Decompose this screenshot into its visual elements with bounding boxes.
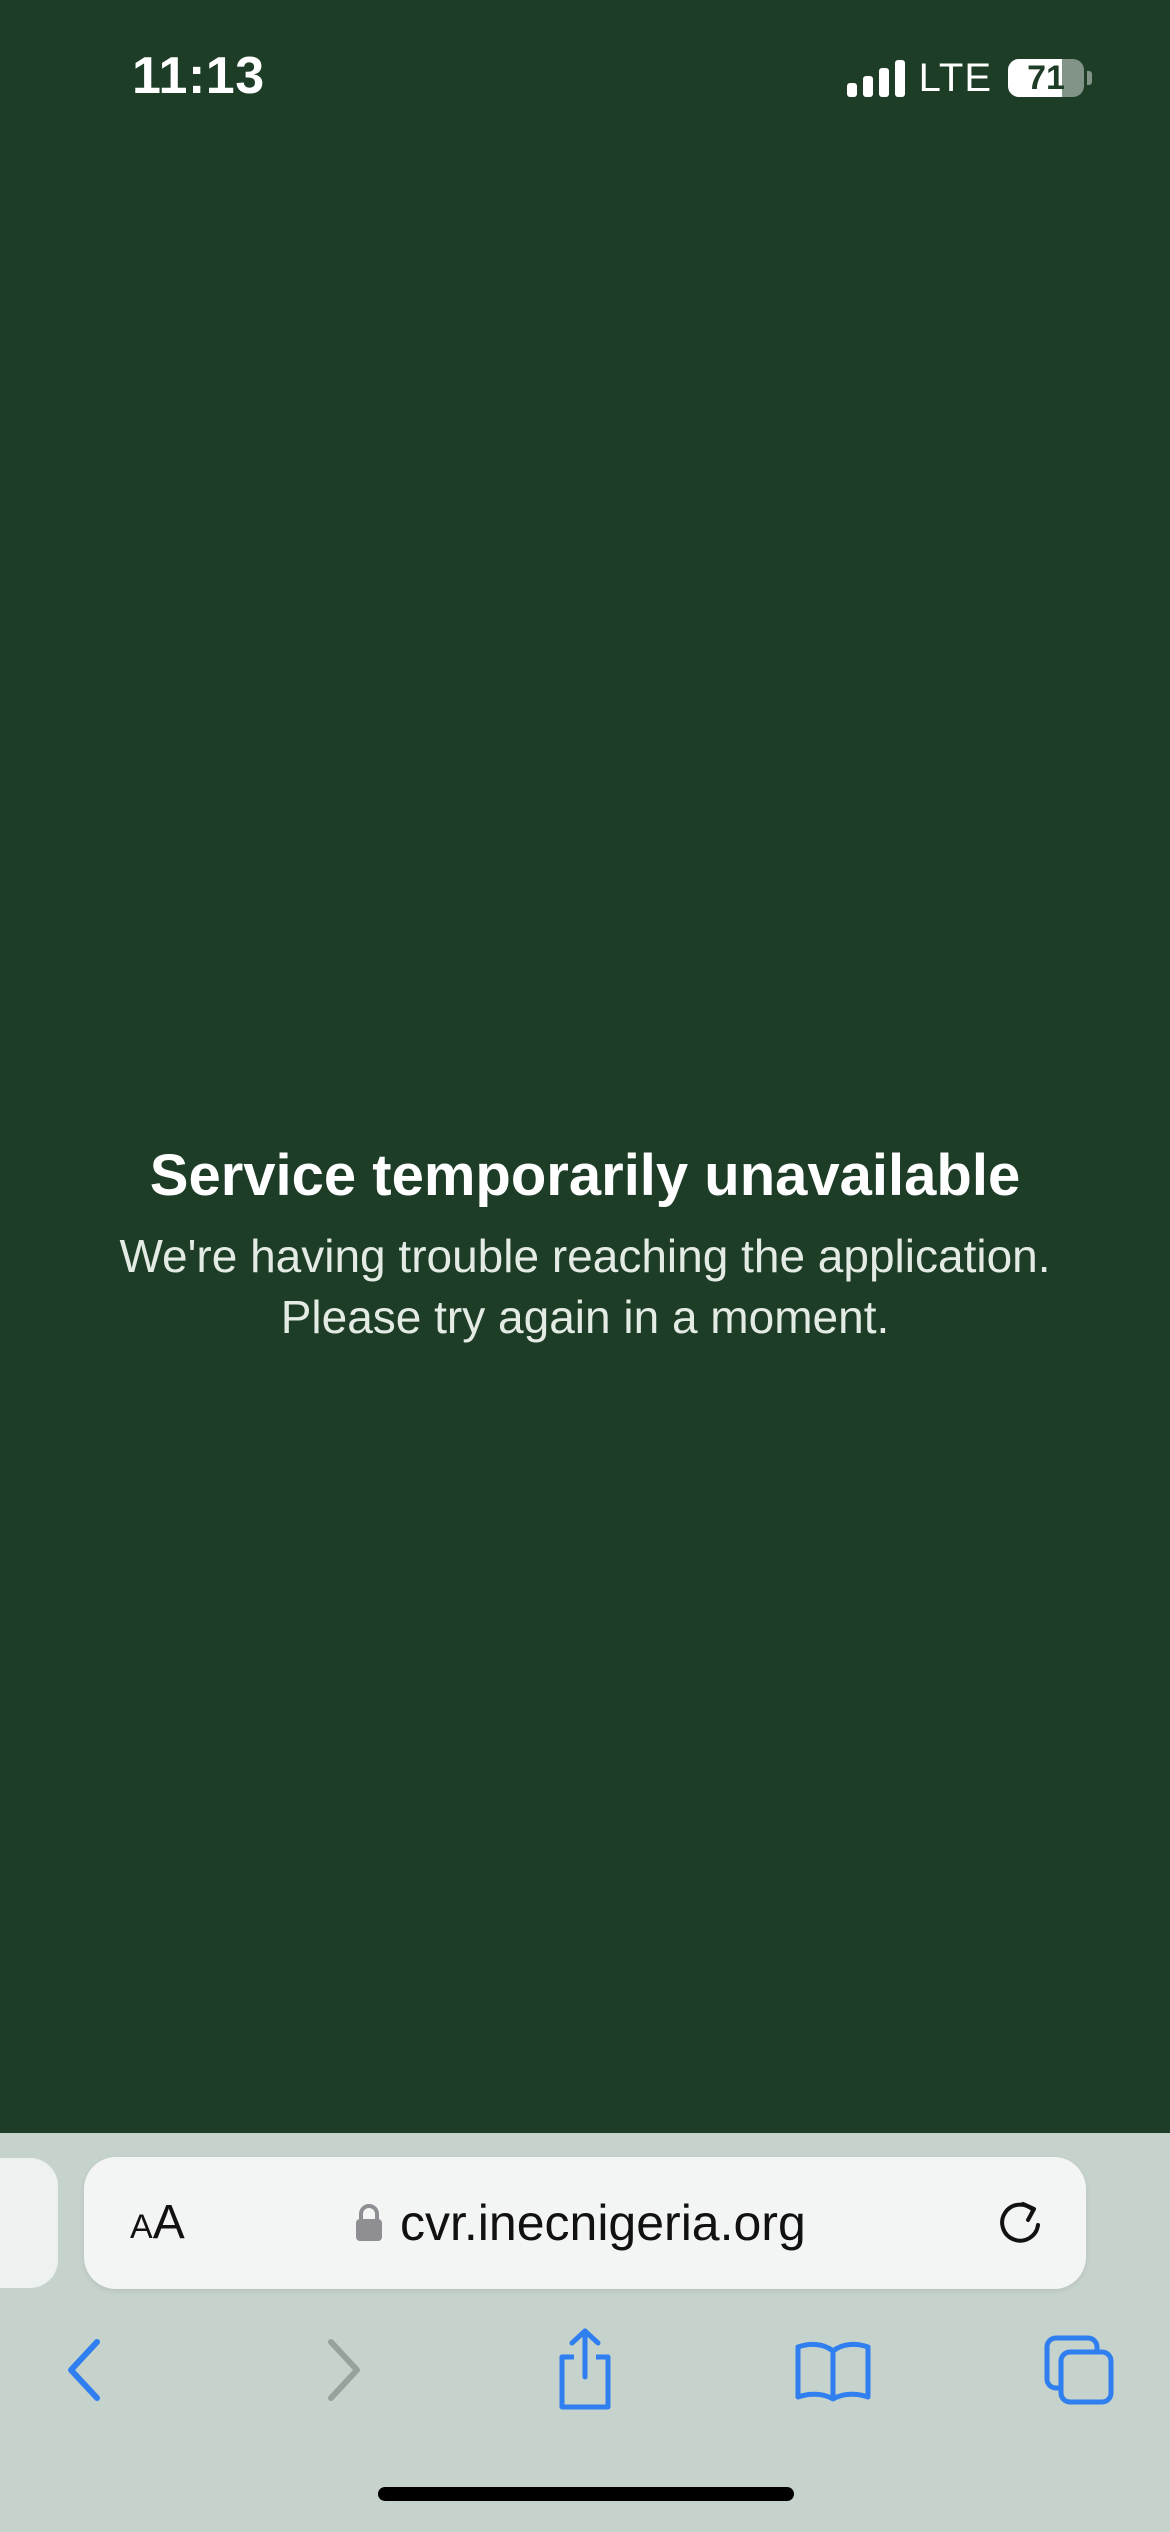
back-button[interactable] — [32, 2315, 142, 2425]
share-icon — [559, 2328, 611, 2410]
tabs-icon — [1044, 2335, 1114, 2405]
battery-nub — [1087, 71, 1092, 85]
battery-icon: 71 — [1008, 59, 1084, 97]
error-title: Service temporarily unavailable — [149, 1143, 1021, 1208]
signal-bar — [862, 76, 873, 97]
tabs-button[interactable] — [1024, 2315, 1134, 2425]
url-display[interactable]: cvr.inecnigeria.org — [354, 2193, 806, 2253]
signal-strength-icon — [846, 59, 905, 97]
battery-percent: 71 — [1027, 59, 1065, 97]
reload-icon[interactable] — [992, 2195, 1048, 2251]
previous-tab-preview[interactable] — [0, 2158, 58, 2288]
share-button[interactable] — [530, 2315, 640, 2425]
network-type: LTE — [918, 55, 992, 100]
home-indicator[interactable] — [378, 2487, 794, 2501]
book-icon — [795, 2341, 871, 2402]
chevron-right-icon — [328, 2339, 360, 2401]
status-bar: 11:13 LTE 71 — [0, 0, 1170, 150]
navigation-bar — [0, 2315, 1170, 2425]
forward-button[interactable] — [286, 2315, 396, 2425]
signal-bar — [878, 68, 889, 97]
signal-bar — [894, 60, 905, 97]
bookmarks-button[interactable] — [778, 2315, 888, 2425]
error-description: We're having trouble reaching the applic… — [119, 1230, 1051, 1343]
lock-icon — [356, 2204, 382, 2241]
error-message-block: Service temporarily unavailable We're ha… — [0, 1140, 1170, 1348]
web-content: 11:13 LTE 71 Service temporarily unavail… — [0, 0, 1170, 2133]
status-time: 11:13 — [132, 47, 265, 105]
signal-bar — [846, 83, 857, 97]
reader-large-a: A — [152, 2196, 185, 2249]
chevron-left-icon — [68, 2339, 100, 2401]
page-settings-button[interactable]: AA — [130, 2193, 185, 2253]
browser-toolbar: AA cvr.inecnigeria.org — [0, 2133, 1170, 2532]
url-text: cvr.inecnigeria.org — [400, 2195, 806, 2251]
status-indicators: LTE 71 — [846, 54, 1092, 102]
phone-screen: 11:13 LTE 71 Service temporarily unavail… — [0, 0, 1170, 2532]
address-bar[interactable]: AA cvr.inecnigeria.org — [84, 2157, 1086, 2289]
reader-small-a: A — [130, 2208, 153, 2246]
